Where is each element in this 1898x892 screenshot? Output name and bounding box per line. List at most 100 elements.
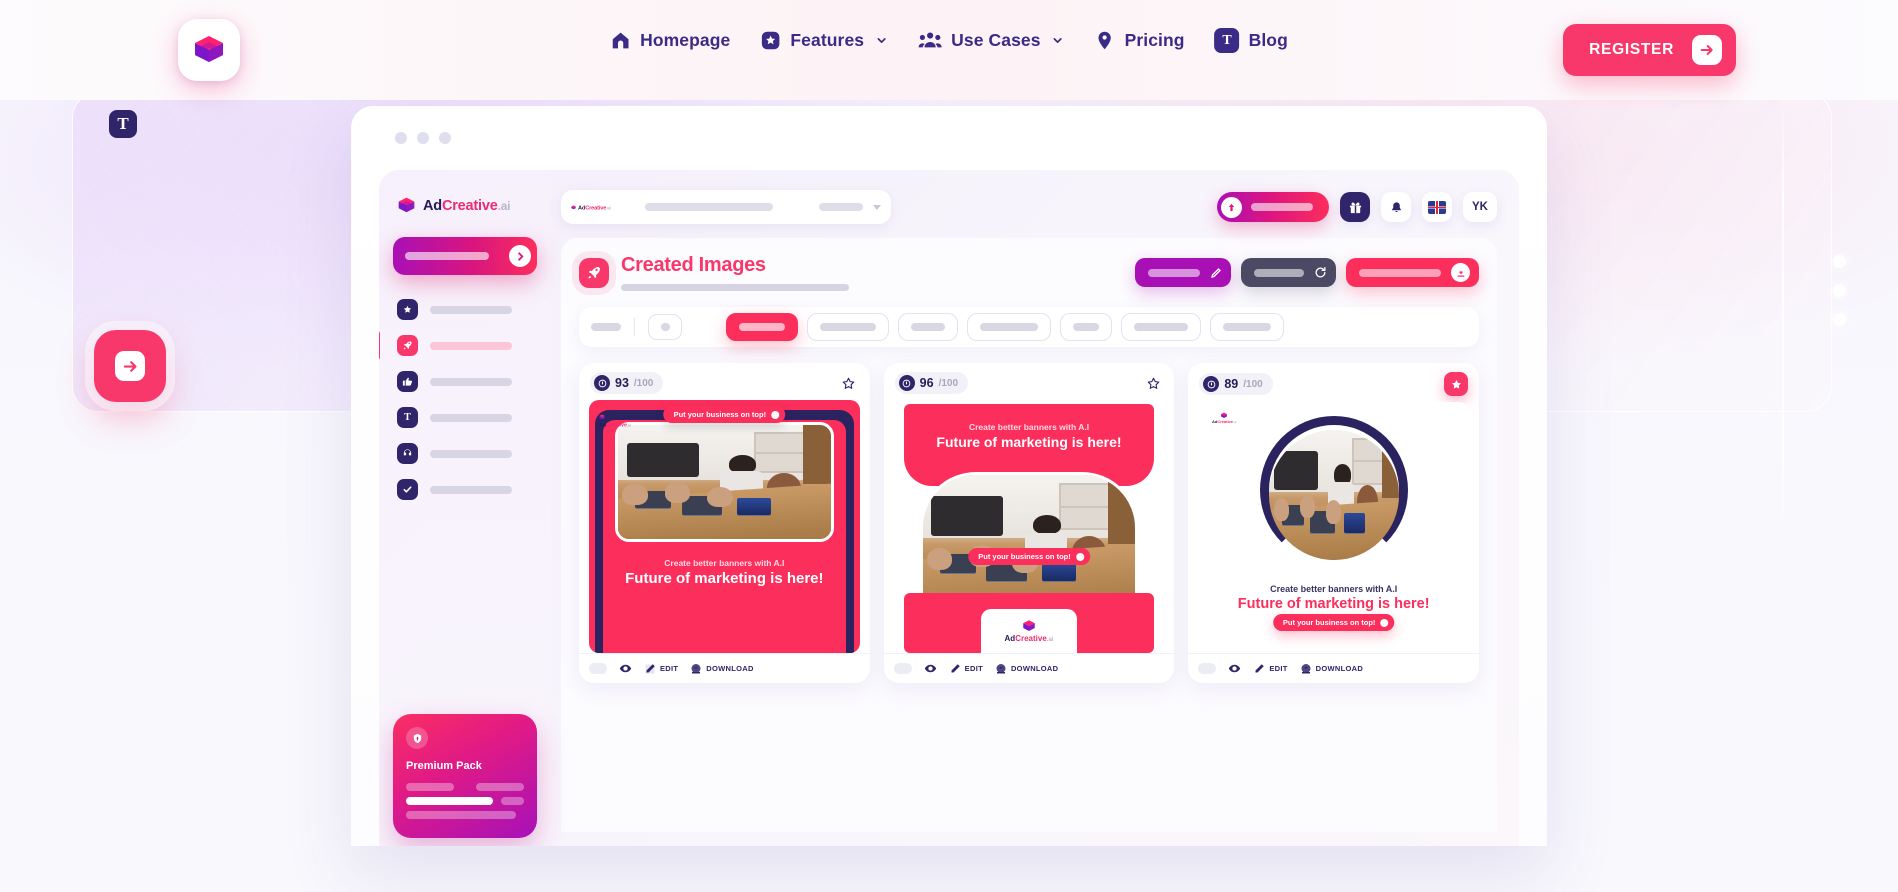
floating-arrow-button[interactable] [85,321,175,411]
window-dot-minimize[interactable] [417,132,429,144]
sidebar-item-check[interactable] [393,479,537,500]
preview-action[interactable] [924,662,937,675]
user-avatar[interactable]: YK [1463,192,1497,222]
download-action-button[interactable] [1346,258,1479,287]
refresh-icon [1314,266,1327,279]
arrow-right-icon [1692,35,1722,65]
credits-placeholder [1251,203,1313,211]
sidebar-item-star[interactable] [393,299,537,320]
nav-label-features: Features [790,30,865,50]
refresh-label-placeholder [1254,268,1304,277]
select-toggle[interactable] [1198,663,1217,674]
download-action[interactable]: DOWNLOAD [995,663,1058,675]
app-brand[interactable]: AdCreative.ai [393,196,537,215]
preview-action[interactable] [1228,662,1241,675]
notifications-button[interactable] [1381,192,1411,222]
vertical-divider [1782,100,1784,545]
filter-pill[interactable] [967,313,1051,341]
filter-pill[interactable] [1060,313,1112,341]
edit-action[interactable]: EDIT [949,663,983,675]
sidebar-label-placeholder [430,305,512,314]
creative-headline: Future of marketing is here! [936,434,1122,450]
creative-photo [919,472,1139,610]
edit-action[interactable]: EDIT [1253,663,1287,675]
nav-item-blog[interactable]: T Blog [1214,28,1288,53]
credits-upgrade-button[interactable] [1217,192,1329,222]
rocket-icon [397,335,418,356]
filter-pill[interactable] [1210,313,1284,341]
filter-pill[interactable] [898,313,958,341]
download-icon [1451,263,1470,282]
sidebar-label-placeholder [430,485,512,494]
download-action[interactable]: DOWNLOAD [1300,663,1363,675]
brand-logo[interactable] [178,19,240,81]
premium-pack-card[interactable]: Premium Pack [393,714,537,838]
filter-pill-active[interactable] [726,313,798,341]
filter-pill[interactable] [807,313,889,341]
creative-brand-logo: AdCreative.ai [599,414,631,429]
tag-pin-icon [1095,30,1116,51]
creative-card[interactable]: 89 /100 AdCreative.ai Create better bann… [1188,363,1480,683]
sidebar-item-text[interactable]: T [393,407,537,428]
chevron-down-icon [873,204,881,210]
bell-icon [1390,201,1403,214]
creative-preview: AdCreative.ai Create better banners with… [1198,402,1470,653]
nav-item-homepage[interactable]: Homepage [610,30,730,51]
mini-brand-logo: AdCreative.ai [571,203,611,211]
sidebar-item-thumbs-up[interactable] [393,371,537,392]
favorite-star-icon-active[interactable] [1444,372,1469,396]
chevron-right-icon [509,245,531,267]
select-toggle[interactable] [893,663,912,674]
preview-action[interactable] [619,662,632,675]
download-label: DOWNLOAD [1315,664,1364,673]
adcreative-layers-logo [398,197,415,213]
panel-actions [1135,258,1479,287]
filter-pill[interactable] [1121,313,1201,341]
card-header: 96 /100 [884,363,1175,400]
sidebar-item-support[interactable] [393,443,537,464]
nav-item-use-cases[interactable]: Use Cases [918,30,1064,51]
star-badge-icon [760,30,781,51]
brand-value-placeholder [645,203,773,211]
edit-label: EDIT [964,664,983,673]
sidebar-nav: T [379,299,537,500]
score-badge: 89 /100 [1199,373,1273,395]
cta-label-placeholder [405,252,489,260]
sidebar-item-created-images[interactable] [379,330,537,361]
creative-card[interactable]: 96 /100 Create better banners with A.I F… [883,363,1175,683]
app-sidebar: AdCreative.ai T Premium Pack [379,170,551,846]
filter-grid-toggle[interactable] [648,314,682,340]
favorite-star-icon[interactable] [839,373,859,393]
landing-page: Homepage Features Use Cases Pricing T Bl… [0,0,1898,892]
edit-action[interactable]: EDIT [644,663,678,675]
nav-item-pricing[interactable]: Pricing [1095,30,1185,51]
brand-selector[interactable]: AdCreative.ai [561,190,891,224]
select-toggle[interactable] [589,663,607,674]
refresh-action-button[interactable] [1241,258,1336,287]
gauge-icon [1203,376,1220,392]
nav-item-features[interactable]: Features [760,30,888,51]
register-button[interactable]: REGISTER [1563,24,1736,76]
sidebar-label-placeholder [430,377,512,386]
edit-action-button[interactable] [1135,258,1231,287]
gauge-icon [898,375,915,391]
gift-button[interactable] [1340,192,1370,222]
card-header: 93 /100 [579,363,870,400]
window-dot-maximize[interactable] [439,132,451,144]
download-label: DOWNLOAD [706,664,754,673]
edit-label: EDIT [660,664,679,673]
creative-preview: AdCreative.ai Put your business on top! [589,400,860,653]
language-button[interactable] [1422,192,1452,222]
star-icon [397,299,418,320]
hero-section: T AdCreative.ai T Premium Pack AdCreativ… [0,100,1898,892]
arrow-right-icon [115,351,145,381]
shield-up-icon [406,727,428,749]
creative-card[interactable]: 93 /100 AdCreative.ai Put your business … [579,363,870,683]
window-dot-close[interactable] [395,132,407,144]
sidebar-cta-button[interactable] [393,237,537,275]
eye-icon [924,664,936,673]
download-action[interactable]: DOWNLOAD [690,663,753,675]
floating-text-t-icon: T [109,110,137,138]
creative-subheadline: Create better banners with A.I [968,422,1090,432]
favorite-star-icon[interactable] [1143,373,1163,393]
